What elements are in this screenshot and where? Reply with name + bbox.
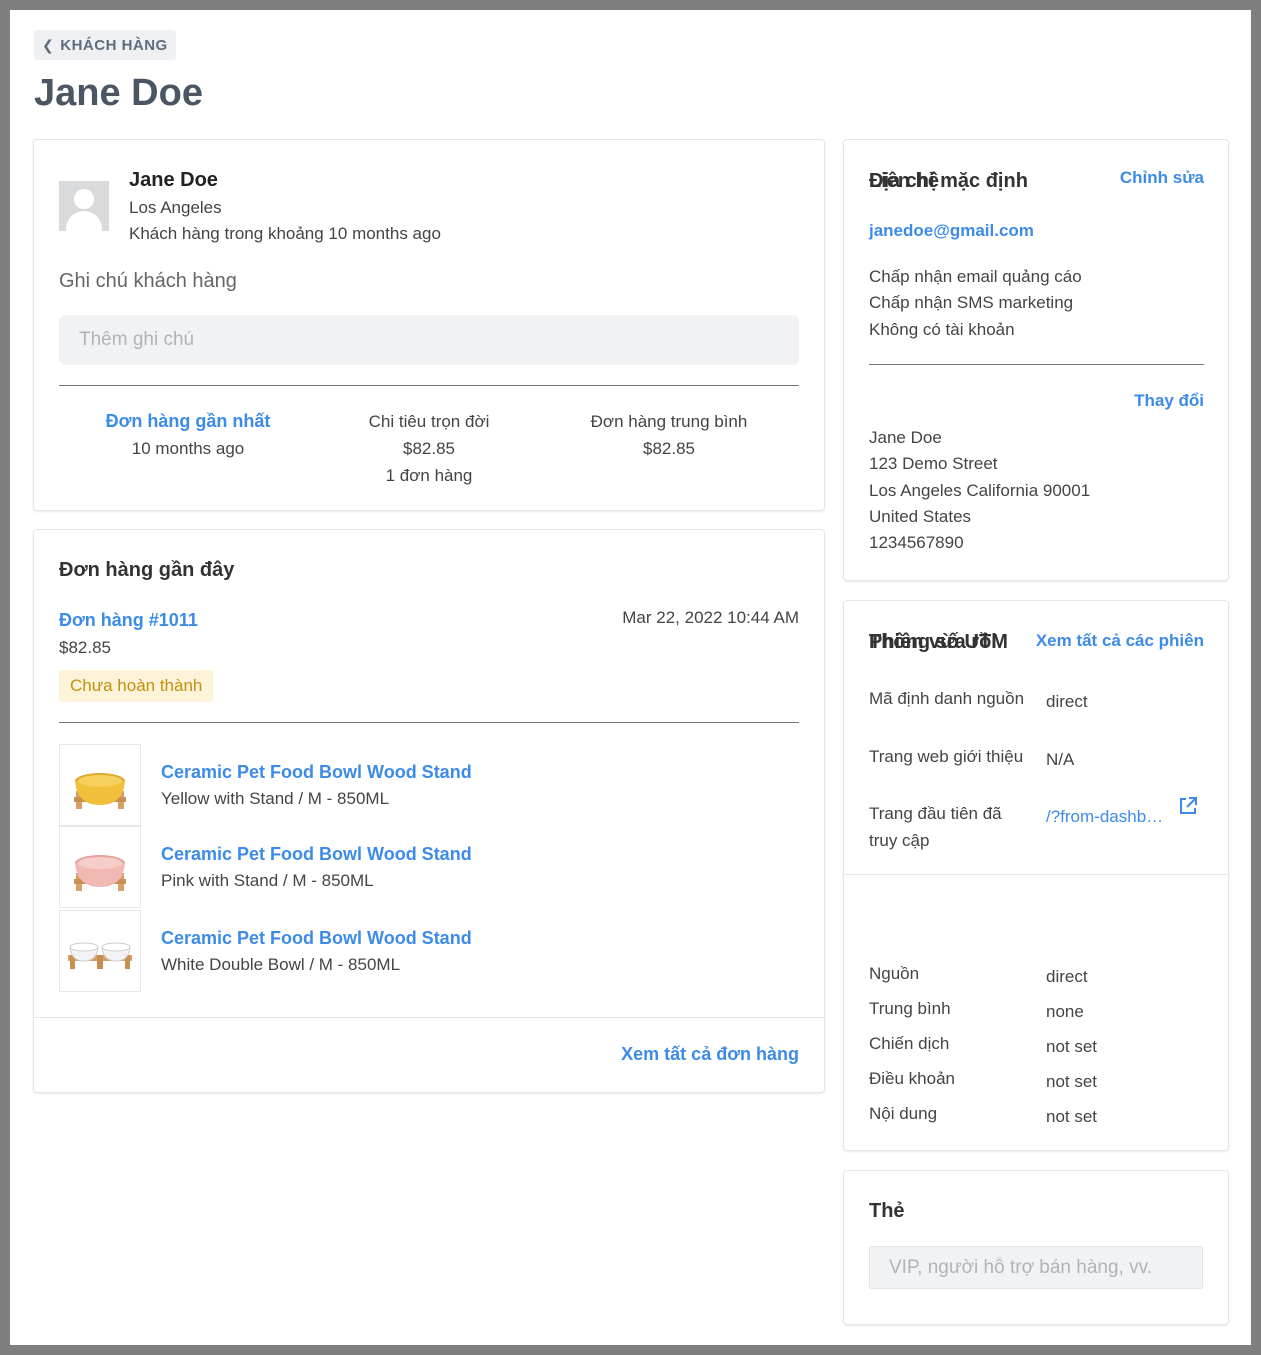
account-status: Không có tài khoản (869, 320, 1015, 339)
change-address-link[interactable]: Thay đổi (1134, 391, 1204, 411)
product-variant: Pink with Stand / M - 850ML (161, 871, 374, 890)
landing-page-link[interactable]: /?from-dashboard (1046, 807, 1171, 827)
back-label: KHÁCH HÀNG (60, 36, 168, 54)
chevron-left-icon: ❮ (42, 36, 55, 53)
tags-title: Thẻ (869, 1200, 905, 1222)
last-order-value: 10 months ago (131, 439, 245, 458)
divider (869, 364, 1204, 365)
divider (59, 722, 799, 723)
referrer-value: N/A (1046, 750, 1075, 769)
double-bowl-stand-image (68, 942, 132, 969)
customer-note-label: Ghi chú khách hàng (59, 270, 237, 292)
product-name-link[interactable]: Ceramic Pet Food Bowl Wood Stand (161, 762, 472, 783)
stat-lifetime-spend: Chi tiêu trọn đời $82.85 1 đơn hàng (309, 408, 549, 489)
customer-note-input[interactable] (59, 315, 799, 365)
order-date: Mar 22, 2022 10:44 AM (622, 608, 799, 627)
back-to-customers-button[interactable]: ❮ KHÁCH HÀNG (34, 30, 176, 60)
referrer-label: Trang web giới thiệu (869, 747, 1024, 766)
utm-term-label: Điều khoản (869, 1069, 956, 1088)
divider (34, 1017, 824, 1018)
utm-content-label: Nội dung (869, 1104, 938, 1123)
last-session-card: Phiên vừa rồi Xem tất cả các phiên Mã đị… (843, 600, 1229, 1151)
marketing-email-pref: Chấp nhận email quảng cáo (869, 267, 1082, 286)
divider (844, 874, 1228, 875)
bowl-stand-image (74, 773, 126, 809)
average-label: Đơn hàng trung bình (590, 412, 748, 431)
avatar-head (74, 189, 94, 209)
product-variant: White Double Bowl / M - 850ML (161, 955, 401, 974)
stat-last-order: Đơn hàng gần nhất 10 months ago (68, 408, 308, 462)
tags-input[interactable] (869, 1246, 1203, 1289)
source-id-value: direct (1046, 692, 1088, 711)
lifetime-label: Chi tiêu trọn đời (368, 412, 490, 431)
order-item: Ceramic Pet Food Bowl Wood Stand White D… (59, 910, 799, 992)
utm-source-label: Nguồn (869, 964, 920, 983)
customer-name: Jane Doe (129, 169, 218, 191)
recent-orders-title: Đơn hàng gần đây (59, 559, 235, 581)
edit-contact-link[interactable]: Chỉnh sửa (1120, 168, 1204, 188)
utm-medium-value: none (1046, 1002, 1084, 1021)
product-thumbnail[interactable] (59, 744, 141, 826)
address-name: Jane Doe (869, 428, 942, 447)
status-badge: Chưa hoàn thành (59, 670, 214, 702)
utm-medium-label: Trung bình (869, 999, 951, 1018)
address-phone: 1234567890 (869, 533, 964, 552)
lifetime-order-count: 1 đơn hàng (385, 466, 473, 485)
average-value: $82.85 (643, 439, 695, 458)
landing-page-label: Trang đầu tiên đã truy cập (869, 804, 1002, 850)
order-number-link[interactable]: Đơn hàng #1011 (59, 610, 198, 631)
utm-content-value: not set (1046, 1107, 1098, 1126)
order-item: Ceramic Pet Food Bowl Wood Stand Yellow … (59, 744, 799, 826)
avatar-body (66, 211, 102, 231)
last-order-link[interactable]: Đơn hàng gần nhất (68, 408, 308, 435)
utm-term-value: not set (1046, 1072, 1098, 1091)
product-thumbnail[interactable] (59, 826, 141, 908)
address-country: United States (869, 507, 972, 526)
product-thumbnail[interactable] (59, 910, 141, 992)
order-total: $82.85 (59, 638, 111, 657)
product-name-link[interactable]: Ceramic Pet Food Bowl Wood Stand (161, 844, 472, 865)
source-id-label: Mã định danh nguồn (869, 689, 1025, 708)
product-name-link[interactable]: Ceramic Pet Food Bowl Wood Stand (161, 928, 472, 949)
utm-campaign-value: not set (1046, 1037, 1098, 1056)
customer-since: Khách hàng trong khoảng 10 months ago (129, 224, 441, 243)
recent-orders-card: Đơn hàng gần đây Đơn hàng #1011 Mar 22, … (33, 529, 825, 1093)
customer-summary-card: Jane Doe Los Angeles Khách hàng trong kh… (33, 139, 825, 511)
utm-campaign-label: Chiến dịch (869, 1034, 950, 1053)
address-city: Los Angeles California 90001 (869, 481, 1091, 500)
avatar (59, 181, 109, 231)
utm-title: Thông số UTM (869, 631, 1008, 653)
order-item: Ceramic Pet Food Bowl Wood Stand Pink wi… (59, 826, 799, 908)
product-variant: Yellow with Stand / M - 850ML (161, 789, 390, 808)
view-all-orders-link[interactable]: Xem tất cả đơn hàng (621, 1044, 799, 1065)
tags-card: Thẻ (843, 1170, 1229, 1325)
view-all-sessions-link[interactable]: Xem tất cả các phiên (1036, 631, 1204, 651)
email-link[interactable]: janedoe@gmail.com (869, 221, 1034, 241)
external-link-icon[interactable] (1178, 796, 1198, 816)
page-title: Jane Doe (34, 72, 203, 114)
lifetime-value: $82.85 (403, 439, 455, 458)
divider (59, 385, 799, 386)
stat-average-order: Đơn hàng trung bình $82.85 (549, 408, 789, 462)
default-address-title: Địa chỉ mặc định (869, 170, 1028, 192)
bowl-stand-image (74, 855, 126, 891)
customer-city: Los Angeles (129, 198, 222, 217)
page-frame: ❮ KHÁCH HÀNG Jane Doe Jane Doe Los Angel… (10, 10, 1251, 1345)
contact-card: Liên hệ Chỉnh sửa janedoe@gmail.com Chấp… (843, 139, 1229, 581)
address-street: 123 Demo Street (869, 454, 998, 473)
utm-source-value: direct (1046, 967, 1088, 986)
sms-marketing-pref: Chấp nhận SMS marketing (869, 293, 1074, 312)
